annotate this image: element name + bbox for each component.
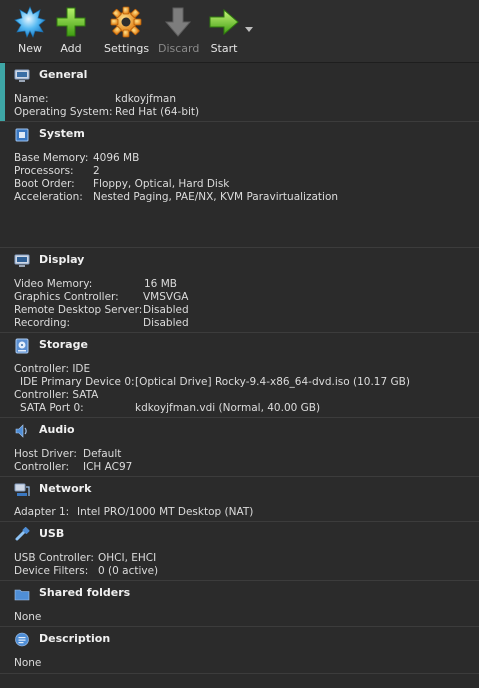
description-section[interactable]: Description None [0, 627, 479, 674]
device-filters-value: 0 (0 active) [98, 565, 159, 577]
adapter-label: Adapter 1: [14, 506, 70, 518]
shared-folders-section[interactable]: Shared folders None [0, 581, 479, 627]
add-button[interactable]: Add [54, 4, 88, 60]
device-filters-label: Device Filters: [14, 565, 89, 577]
shared-folders-value: None [14, 611, 42, 623]
sata-port-value: kdkoyjfman.vdi (Normal, 40.00 GB) [135, 402, 321, 414]
acceleration-value: Nested Paging, PAE/NX, KVM Paravirtualiz… [93, 191, 339, 203]
settings-label: Settings [104, 42, 150, 55]
adapter-value: Intel PRO/1000 MT Desktop (NAT) [77, 506, 254, 518]
recording-label: Recording: [14, 317, 71, 329]
speech-bubble-icon [15, 632, 29, 647]
folder-icon [14, 589, 30, 601]
usb-controller-value: OHCI, EHCI [98, 552, 157, 564]
start-label: Start [210, 42, 238, 55]
shared-folders-title: Shared folders [39, 586, 131, 599]
monitor-icon [14, 69, 30, 82]
remote-desktop-value: Disabled [143, 304, 189, 316]
new-icon [14, 6, 46, 38]
memory-label: Base Memory: [14, 152, 89, 164]
audio-section[interactable]: Audio Host Driver: Default Controller: ICH… [0, 418, 479, 477]
network-icon [14, 483, 30, 496]
general-title: General [39, 68, 88, 81]
storage-section[interactable]: Storage Controller: IDE IDE Primary Devi… [0, 333, 479, 418]
audio-controller-label: Controller: [14, 461, 70, 473]
system-section[interactable]: System Base Memory: 4096 MB Processors: 2 … [0, 122, 479, 248]
details-pane: General Name: kdkoyjfman Operating Syste… [0, 63, 479, 688]
gear-icon [110, 6, 142, 38]
network-title: Network [39, 482, 92, 495]
description-value: None [14, 657, 42, 669]
audio-controller-value: ICH AC97 [83, 461, 133, 473]
network-section[interactable]: Network Adapter 1: Intel PRO/1000 MT Desk… [0, 477, 479, 522]
video-memory-label: Video Memory: [14, 278, 93, 290]
os-label: Operating System: [14, 106, 113, 118]
video-memory-value: 16 MB [144, 278, 177, 290]
acceleration-label: Acceleration: [14, 191, 83, 203]
discard-label: Discard [158, 42, 200, 55]
os-value: Red Hat (64-bit) [115, 106, 200, 118]
recording-value: Disabled [143, 317, 189, 329]
new-button[interactable]: New [12, 4, 48, 60]
name-value: kdkoyjfman [115, 93, 177, 105]
remote-desktop-label: Remote Desktop Server: [14, 304, 143, 316]
host-driver-value: Default [83, 448, 122, 460]
storage-title: Storage [39, 338, 88, 351]
settings-button[interactable]: Settings [104, 4, 150, 60]
usb-section[interactable]: USB USB Controller: OHCI, EHCI Device Fil… [0, 522, 479, 581]
display-icon [14, 254, 30, 267]
processors-value: 2 [93, 165, 100, 177]
chip-icon [15, 128, 29, 142]
boot-order-value: Floppy, Optical, Hard Disk [93, 178, 230, 190]
sata-port-label: SATA Port 0: [20, 402, 84, 414]
start-dropdown-arrow[interactable] [245, 27, 253, 32]
display-section[interactable]: Display Video Memory: 16 MB Graphics Cont… [0, 248, 479, 333]
discard-button[interactable]: Discard [158, 4, 200, 60]
memory-value: 4096 MB [93, 152, 140, 164]
usb-icon [15, 527, 30, 541]
controller-ide-label: Controller: IDE [14, 363, 91, 375]
ide-device-value: [Optical Drive] Rocky-9.4-x86_64-dvd.iso… [135, 376, 410, 388]
name-label: Name: [14, 93, 49, 105]
processors-label: Processors: [14, 165, 74, 177]
system-title: System [39, 127, 85, 140]
controller-sata-label: Controller: SATA [14, 389, 99, 401]
boot-order-label: Boot Order: [14, 178, 75, 190]
speaker-icon [15, 424, 27, 438]
toolbar: New Add Settings Discard Start [0, 0, 479, 63]
plus-icon [56, 7, 86, 37]
down-arrow-icon [164, 7, 192, 37]
add-label: Add [60, 42, 82, 55]
graphics-controller-value: VMSVGA [143, 291, 189, 303]
start-button[interactable]: Start [206, 4, 242, 60]
description-title: Description [39, 632, 111, 645]
start-arrow-icon [209, 8, 239, 36]
ide-device-label: IDE Primary Device 0: [20, 376, 135, 388]
new-label: New [18, 42, 42, 55]
display-title: Display [39, 253, 85, 266]
audio-title: Audio [39, 423, 75, 436]
usb-controller-label: USB Controller: [14, 552, 94, 564]
storage-icon [15, 338, 29, 354]
general-section[interactable]: General Name: kdkoyjfman Operating Syste… [0, 63, 479, 122]
usb-title: USB [39, 527, 65, 540]
host-driver-label: Host Driver: [14, 448, 77, 460]
graphics-controller-label: Graphics Controller: [14, 291, 119, 303]
